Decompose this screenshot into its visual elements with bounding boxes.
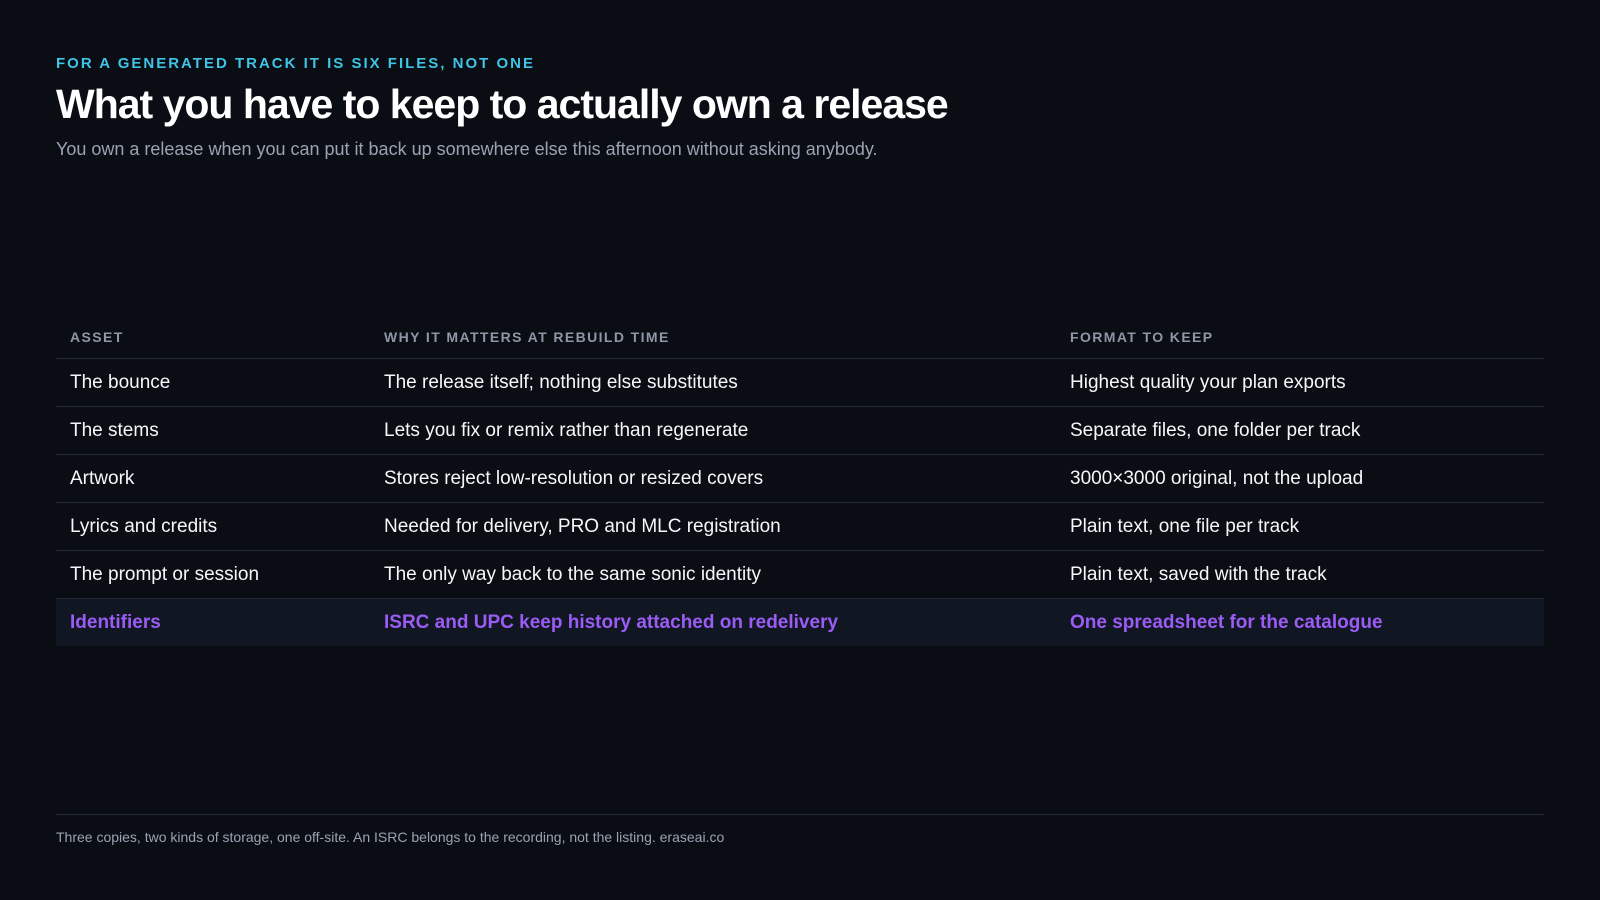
cell-why: ISRC and UPC keep history attached on re… [370,598,1056,646]
assets-table: ASSET WHY IT MATTERS AT REBUILD TIME FOR… [56,315,1544,646]
cell-format: One spreadsheet for the catalogue [1056,598,1544,646]
eyebrow-label: FOR A GENERATED TRACK IT IS SIX FILES, N… [56,55,535,72]
cell-why: The only way back to the same sonic iden… [370,550,1056,599]
page-title: What you have to keep to actually own a … [56,81,949,127]
column-header-format: FORMAT TO KEEP [1056,315,1544,359]
cell-why: Lets you fix or remix rather than regene… [370,406,1056,455]
cell-asset: The prompt or session [56,550,370,599]
cell-why: The release itself; nothing else substit… [370,358,1056,407]
cell-format: Plain text, one file per track [1056,502,1544,551]
cell-why: Stores reject low-resolution or resized … [370,454,1056,503]
column-header-why: WHY IT MATTERS AT REBUILD TIME [370,315,1056,359]
cell-why: Needed for delivery, PRO and MLC registr… [370,502,1056,551]
cell-asset: Identifiers [56,598,370,646]
table-row: The bounce The release itself; nothing e… [56,358,1544,407]
cell-asset: The bounce [56,358,370,407]
cell-format: Separate files, one folder per track [1056,406,1544,455]
table-header-row: ASSET WHY IT MATTERS AT REBUILD TIME FOR… [56,315,1544,359]
page-subtitle: You own a release when you can put it ba… [56,139,878,159]
table-row: Artwork Stores reject low-resolution or … [56,454,1544,503]
footer-divider [56,814,1544,815]
cell-format: Highest quality your plan exports [1056,358,1544,407]
column-header-asset: ASSET [56,315,370,359]
cell-asset: Lyrics and credits [56,502,370,551]
table-row: The stems Lets you fix or remix rather t… [56,406,1544,455]
cell-asset: Artwork [56,454,370,503]
table-row: Lyrics and credits Needed for delivery, … [56,502,1544,551]
footer-note: Three copies, two kinds of storage, one … [56,829,725,845]
cell-asset: The stems [56,406,370,455]
table-row: The prompt or session The only way back … [56,550,1544,599]
cell-format: 3000×3000 original, not the upload [1056,454,1544,503]
cell-format: Plain text, saved with the track [1056,550,1544,599]
table-row-highlighted: Identifiers ISRC and UPC keep history at… [56,598,1544,646]
